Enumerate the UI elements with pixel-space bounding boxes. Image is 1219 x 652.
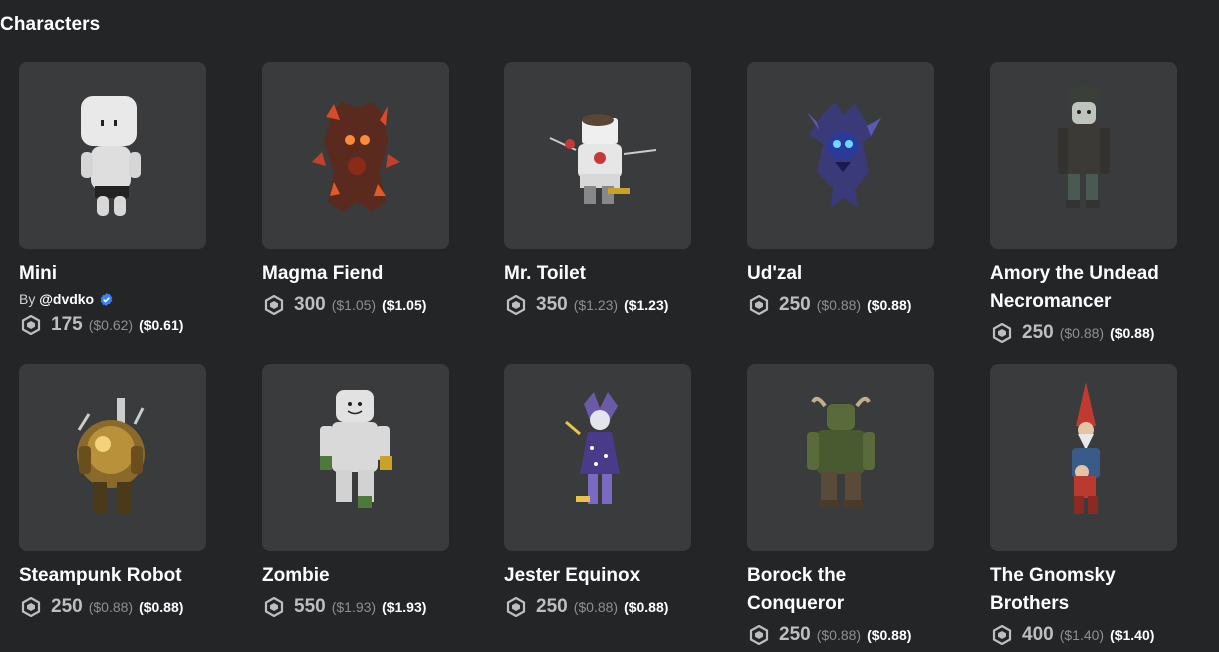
price-robux: 250: [1022, 322, 1054, 343]
price-row: 250 ($0.88) ($0.88): [747, 292, 935, 318]
item-name[interactable]: The Gnomsky Brothers: [990, 562, 1180, 618]
price-usd-original: ($1.05): [331, 297, 377, 313]
catalog-item-borock[interactable]: Borock the Conqueror 250 ($0.88) ($0.88): [747, 364, 935, 648]
item-thumbnail[interactable]: [504, 364, 691, 551]
robux-icon: [506, 295, 526, 315]
section-title: Characters: [0, 14, 101, 35]
robux-icon: [992, 323, 1012, 343]
price-usd: ($1.05): [382, 297, 427, 313]
item-thumbnail[interactable]: [19, 364, 206, 551]
price-robux: 350: [536, 294, 568, 315]
item-thumbnail[interactable]: [990, 364, 1177, 551]
price-usd-original: ($0.88): [88, 599, 134, 615]
robux-icon: [749, 295, 769, 315]
item-name[interactable]: Jester Equinox: [504, 562, 694, 590]
catalog-item-mini[interactable]: Mini By @dvdko 175 ($0.62) ($0.61): [19, 62, 207, 338]
robux-icon: [264, 597, 284, 617]
price-usd: ($0.61): [139, 317, 184, 333]
character-magma-fiend-image: [312, 102, 400, 212]
item-thumbnail[interactable]: [262, 62, 449, 249]
item-thumbnail[interactable]: [747, 62, 934, 249]
price-usd: ($1.40): [1110, 627, 1155, 643]
character-zombie-image: [320, 390, 392, 508]
robux-icon: [992, 625, 1012, 645]
price-usd-original: ($0.88): [1059, 325, 1105, 341]
price-robux: 250: [536, 596, 568, 617]
catalog-item-gnomsky-brothers[interactable]: The Gnomsky Brothers 400 ($1.40) ($1.40): [990, 364, 1178, 648]
catalog-item-amory[interactable]: Amory the Undead Necromancer 250 ($0.88)…: [990, 62, 1178, 346]
price-row: 400 ($1.40) ($1.40): [990, 622, 1178, 648]
character-jester-equinox-image: [565, 392, 620, 504]
price-robux: 175: [51, 314, 83, 335]
price-row: 175 ($0.62) ($0.61): [19, 312, 207, 338]
robux-icon: [21, 315, 41, 335]
price-robux: 250: [51, 596, 83, 617]
price-usd: ($0.88): [867, 297, 912, 313]
price-usd-original: ($0.88): [816, 627, 862, 643]
character-mini-image: [81, 96, 141, 216]
price-row: 250 ($0.88) ($0.88): [747, 622, 935, 648]
character-amory-image: [1058, 86, 1110, 208]
item-creator: By @dvdko: [19, 290, 207, 308]
item-thumbnail[interactable]: [504, 62, 691, 249]
item-thumbnail[interactable]: [262, 364, 449, 551]
character-steampunk-robot-image: [77, 398, 145, 514]
price-row: 250 ($0.88) ($0.88): [990, 320, 1178, 346]
robux-icon: [264, 295, 284, 315]
price-usd-original: ($1.23): [573, 297, 619, 313]
price-usd: ($0.88): [139, 599, 184, 615]
price-usd: ($1.93): [382, 599, 427, 615]
price-usd-original: ($0.62): [88, 317, 134, 333]
item-name[interactable]: Steampunk Robot: [19, 562, 209, 590]
price-row: 300 ($1.05) ($1.05): [262, 292, 450, 318]
catalog-item-steampunk-robot[interactable]: Steampunk Robot 250 ($0.88) ($0.88): [19, 364, 207, 620]
price-usd-original: ($0.88): [573, 599, 619, 615]
verified-badge-icon: [100, 293, 113, 306]
item-thumbnail[interactable]: [990, 62, 1177, 249]
price-usd-original: ($1.93): [331, 599, 377, 615]
price-usd-original: ($0.88): [816, 297, 862, 313]
item-name[interactable]: Mini: [19, 260, 209, 288]
character-udzal-image: [807, 102, 881, 208]
price-usd-original: ($1.40): [1059, 627, 1105, 643]
robux-icon: [506, 597, 526, 617]
robux-icon: [749, 625, 769, 645]
price-robux: 250: [779, 624, 811, 645]
item-name[interactable]: Mr. Toilet: [504, 260, 694, 288]
robux-icon: [21, 597, 41, 617]
price-robux: 550: [294, 596, 326, 617]
item-name[interactable]: Amory the Undead Necromancer: [990, 260, 1180, 316]
creator-link[interactable]: @dvdko: [39, 291, 94, 307]
item-name[interactable]: Zombie: [262, 562, 452, 590]
price-usd: ($1.23): [624, 297, 669, 313]
price-usd: ($0.88): [624, 599, 669, 615]
price-row: 350 ($1.23) ($1.23): [504, 292, 692, 318]
catalog-item-zombie[interactable]: Zombie 550 ($1.93) ($1.93): [262, 364, 450, 620]
price-robux: 300: [294, 294, 326, 315]
price-row: 250 ($0.88) ($0.88): [504, 594, 692, 620]
item-name[interactable]: Ud'zal: [747, 260, 937, 288]
price-robux: 250: [779, 294, 811, 315]
item-name[interactable]: Borock the Conqueror: [747, 562, 937, 618]
price-usd: ($0.88): [1110, 325, 1155, 341]
price-usd: ($0.88): [867, 627, 912, 643]
catalog-item-jester-equinox[interactable]: Jester Equinox 250 ($0.88) ($0.88): [504, 364, 692, 620]
item-name[interactable]: Magma Fiend: [262, 260, 452, 288]
price-row: 250 ($0.88) ($0.88): [19, 594, 207, 620]
character-gnomsky-brothers-image: [1072, 382, 1100, 514]
item-thumbnail[interactable]: [19, 62, 206, 249]
item-thumbnail[interactable]: [747, 364, 934, 551]
creator-prefix: By: [19, 291, 36, 307]
catalog-item-magma-fiend[interactable]: Magma Fiend 300 ($1.05) ($1.05): [262, 62, 450, 318]
character-borock-image: [807, 396, 875, 508]
catalog-item-mr-toilet[interactable]: Mr. Toilet 350 ($1.23) ($1.23): [504, 62, 692, 318]
catalog-item-udzal[interactable]: Ud'zal 250 ($0.88) ($0.88): [747, 62, 935, 318]
character-mr-toilet-image: [549, 114, 657, 204]
price-row: 550 ($1.93) ($1.93): [262, 594, 450, 620]
price-robux: 400: [1022, 624, 1054, 645]
